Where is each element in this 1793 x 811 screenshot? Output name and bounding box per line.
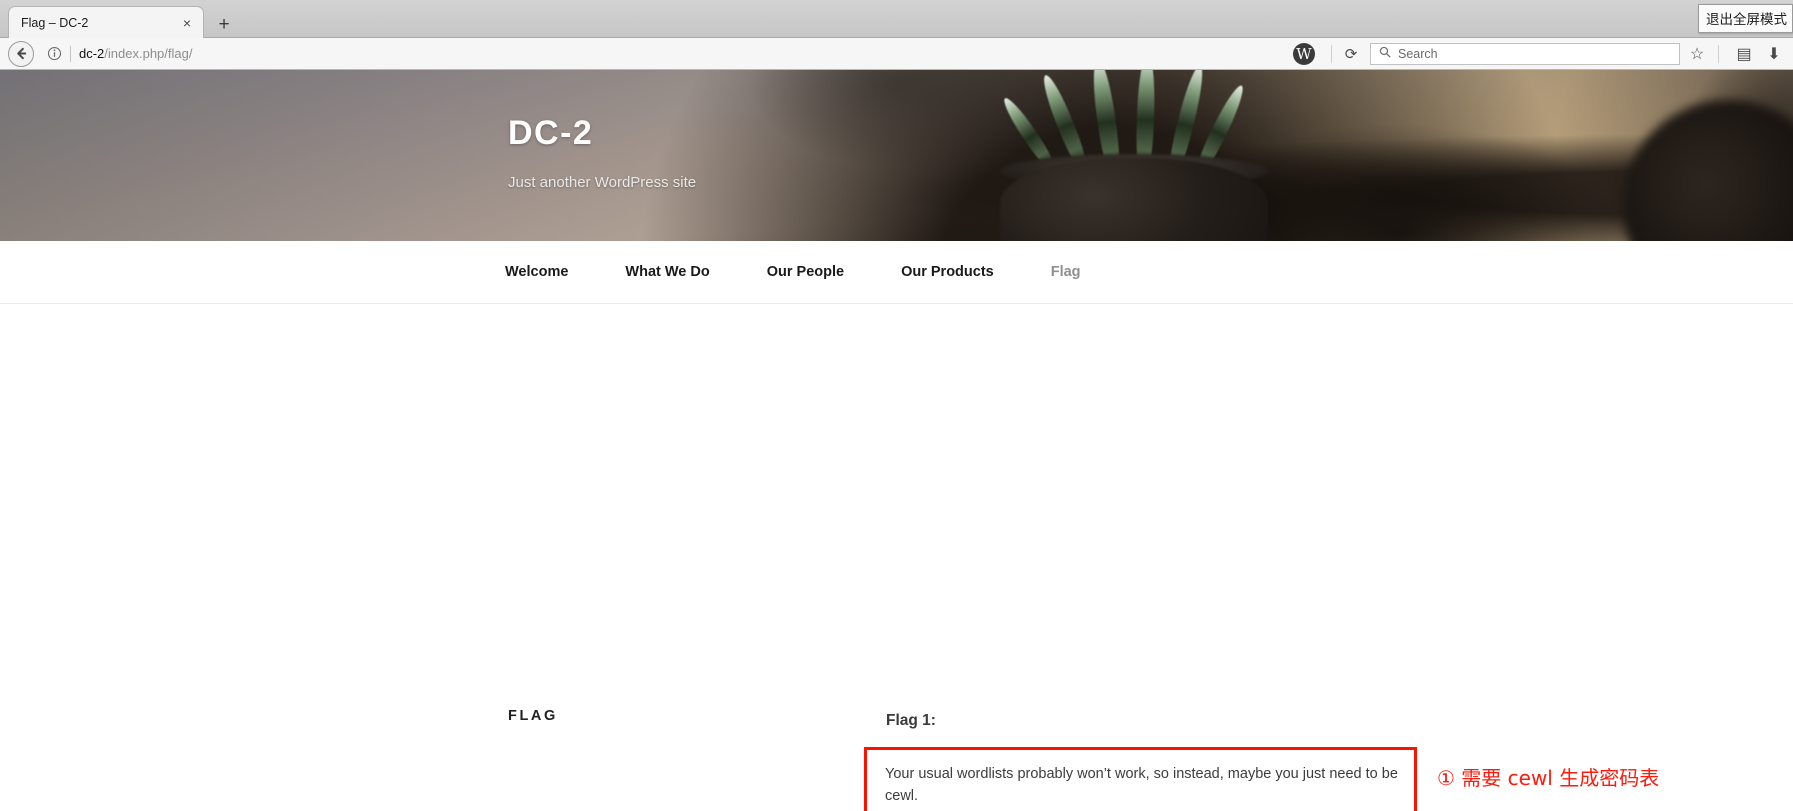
exit-fullscreen-button[interactable]: 退出全屏模式: [1698, 4, 1793, 33]
library-icon[interactable]: ▤: [1731, 41, 1757, 67]
page-viewport: DC-2 Just another WordPress site Welcome…: [0, 70, 1793, 811]
wordpress-icon[interactable]: W: [1293, 42, 1315, 65]
tab-strip: Flag – DC-2 × + 退出全屏模式: [0, 0, 1793, 38]
close-icon[interactable]: ×: [177, 13, 197, 33]
page-title: FLAG: [508, 708, 558, 724]
header-image-blur-overlay: [0, 70, 1793, 241]
primary-navigation: Welcome What We Do Our People Our Produc…: [0, 241, 1793, 304]
browser-tab[interactable]: Flag – DC-2 ×: [8, 6, 204, 38]
nav-item-flag[interactable]: Flag: [1051, 264, 1081, 280]
tab-title: Flag – DC-2: [21, 15, 89, 30]
nav-item-our-products[interactable]: Our Products: [901, 264, 994, 280]
site-tagline: Just another WordPress site: [508, 174, 697, 191]
flag-hint-box-1: Your usual wordlists probably won’t work…: [864, 747, 1417, 811]
annotation-1: ① 需要 cewl 生成密码表: [1437, 766, 1660, 790]
flag-1-heading: Flag 1:: [886, 712, 936, 729]
reload-icon[interactable]: ⟳: [1340, 43, 1362, 65]
search-icon: [1379, 46, 1391, 61]
site-title[interactable]: DC-2: [508, 114, 593, 153]
flag-hint-box-1-line-1: Your usual wordlists probably won’t work…: [885, 766, 1398, 805]
url-divider: [70, 45, 71, 62]
url-host: dc-2: [79, 46, 105, 61]
nav-item-our-people[interactable]: Our People: [767, 264, 844, 280]
site-header-image: DC-2 Just another WordPress site: [0, 70, 1793, 241]
site-info-icon[interactable]: [44, 44, 64, 64]
bookmark-star-icon[interactable]: ☆: [1684, 41, 1710, 67]
address-bar[interactable]: dc-2/index.php/flag/: [79, 42, 1293, 66]
back-icon[interactable]: [8, 40, 34, 67]
browser-toolbar: dc-2/index.php/flag/ W ⟳ Search ☆ ▤ ⬇: [0, 38, 1793, 70]
toolbar-divider-2: [1718, 44, 1719, 63]
browser-window: Flag – DC-2 × + 退出全屏模式 dc-2/index.php/fl…: [0, 0, 1793, 811]
search-input[interactable]: Search: [1370, 42, 1680, 65]
plant-pot: [1000, 158, 1268, 241]
downloads-icon[interactable]: ⬇: [1761, 41, 1787, 67]
url-path: /index.php/flag/: [104, 46, 193, 61]
nav-item-welcome[interactable]: Welcome: [505, 264, 568, 280]
toolbar-divider: [1331, 44, 1332, 63]
new-tab-icon[interactable]: +: [212, 12, 236, 36]
search-placeholder: Search: [1398, 46, 1438, 61]
nav-item-what-we-do[interactable]: What We Do: [625, 264, 709, 280]
